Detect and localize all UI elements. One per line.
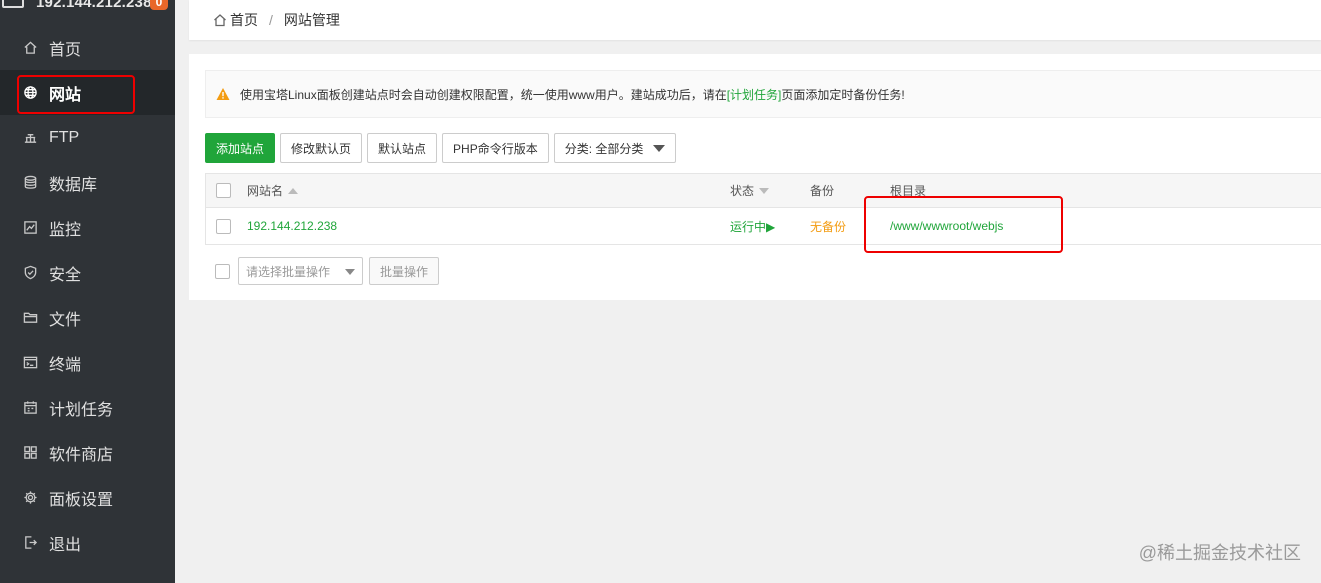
sidebar-item-home[interactable]: 首页 (0, 25, 175, 70)
select-all-checkbox-cell (216, 174, 231, 207)
sidebar-item-label: 数据库 (49, 176, 98, 194)
highlight-box (17, 75, 135, 114)
sidebar-item-files[interactable]: 文件 (0, 295, 175, 340)
notice-text-after: 页面添加定时备份任务! (781, 87, 905, 102)
calendar-icon (22, 400, 38, 416)
sidebar-item-label: 文件 (49, 311, 82, 329)
sidebar-item-label: 监控 (49, 221, 82, 239)
watermark: @稀土掘金技术社区 (1138, 543, 1301, 563)
sidebar-item-label: 首页 (49, 41, 82, 59)
batch-operation-button[interactable]: 批量操作 (369, 257, 440, 285)
breadcrumb-separator: / (269, 12, 273, 28)
sidebar-item-appstore[interactable]: 软件商店 (0, 430, 175, 475)
column-name-label: 网站名 (247, 184, 284, 198)
batch-operation-select[interactable]: 请选择批量操作 (238, 257, 363, 285)
ftp-icon (22, 130, 38, 146)
table-header: 网站名 状态 备份 根目录 (205, 173, 1321, 208)
crontab-link[interactable]: [计划任务] (727, 86, 782, 103)
category-select[interactable]: 分类: 全部分类 (553, 133, 677, 163)
highlight-box (864, 196, 1063, 253)
database-icon (22, 175, 38, 191)
sidebar-item-logout[interactable]: 退出 (0, 520, 175, 565)
sidebar-item-ftp[interactable]: FTP (0, 115, 175, 160)
breadcrumb-home[interactable]: 首页 (230, 10, 258, 30)
sort-desc-icon (759, 187, 770, 194)
apps-icon (22, 445, 38, 461)
sidebar-item-terminal[interactable]: 终端 (0, 340, 175, 385)
table-row: 192.144.212.238 运行中▶ 无备份 /www/wwwroot/we… (205, 208, 1321, 245)
sidebar-item-label: 退出 (49, 536, 82, 554)
sidebar-item-crontab[interactable]: 计划任务 (0, 385, 175, 430)
select-all-checkbox[interactable] (216, 183, 231, 198)
sidebar-item-label: 面板设置 (49, 491, 114, 509)
default-site-button[interactable]: 默认站点 (367, 133, 438, 163)
folder-icon (22, 310, 38, 326)
terminal-icon (22, 355, 38, 371)
sort-asc-icon (288, 187, 299, 194)
site-status[interactable]: 运行中▶ (730, 208, 775, 244)
column-status[interactable]: 状态 (730, 174, 770, 207)
batch-operation-placeholder: 请选择批量操作 (246, 264, 331, 279)
sidebar-item-label: FTP (49, 128, 80, 146)
batch-operations: 请选择批量操作 批量操作 (205, 257, 444, 285)
site-backup[interactable]: 无备份 (810, 208, 846, 244)
sidebar-item-settings[interactable]: 面板设置 (0, 475, 175, 520)
logout-icon (22, 535, 38, 551)
php-cli-version-button[interactable]: PHP命令行版本 (442, 133, 549, 163)
sidebar-item-label: 终端 (49, 356, 82, 374)
batch-select-checkbox[interactable] (215, 263, 230, 279)
home-icon (22, 40, 38, 56)
column-backup: 备份 (810, 174, 834, 207)
toolbar: 添加站点 修改默认页 默认站点 PHP命令行版本 分类: 全部分类 (205, 133, 681, 163)
row-checkbox[interactable] (216, 218, 231, 234)
add-site-button[interactable]: 添加站点 (205, 133, 276, 163)
notice-text: 使用宝塔Linux面板创建站点时会自动创建权限配置，统一使用www用户。建站成功… (240, 87, 727, 102)
sidebar: 192.144.212.238 0 首页 网站 FTP 数据库 监控 安全 文件… (0, 0, 175, 583)
site-name-link[interactable]: 192.144.212.238 (247, 208, 337, 244)
monitor-icon (22, 220, 38, 236)
gear-icon (22, 490, 38, 506)
column-status-label: 状态 (730, 184, 755, 198)
sidebar-item-security[interactable]: 安全 (0, 250, 175, 295)
column-name[interactable]: 网站名 (247, 174, 299, 207)
row-checkbox-cell (216, 208, 231, 244)
breadcrumb-current: 网站管理 (283, 12, 340, 28)
sidebar-item-monitor[interactable]: 监控 (0, 205, 175, 250)
column-backup-label: 备份 (810, 184, 835, 198)
breadcrumb: 首页 / 网站管理 (189, 0, 1321, 40)
notice-bar: 使用宝塔Linux面板创建站点时会自动创建权限配置，统一使用www用户。建站成功… (205, 70, 1321, 118)
warning-icon (216, 87, 230, 101)
server-header: 192.144.212.238 0 (0, 0, 175, 12)
sites-table: 网站名 状态 备份 根目录 192.144.212.238 运行中▶ 无备份 /… (205, 173, 1321, 245)
shield-icon (22, 265, 38, 281)
sidebar-item-database[interactable]: 数据库 (0, 160, 175, 205)
category-select-value: 分类: 全部分类 (564, 141, 644, 156)
chevron-down-icon (345, 269, 355, 275)
site-management-panel: 使用宝塔Linux面板创建站点时会自动创建权限配置，统一使用www用户。建站成功… (189, 54, 1321, 300)
home-icon[interactable] (213, 13, 227, 27)
server-ip: 192.144.212.238 (36, 0, 152, 11)
sidebar-item-label: 计划任务 (49, 401, 114, 419)
notification-badge[interactable]: 0 (150, 0, 168, 10)
sidebar-item-label: 安全 (49, 266, 82, 284)
sidebar-item-label: 软件商店 (49, 446, 114, 464)
monitor-icon (2, 0, 24, 8)
chevron-down-icon (653, 144, 666, 152)
edit-default-page-button[interactable]: 修改默认页 (280, 133, 363, 163)
